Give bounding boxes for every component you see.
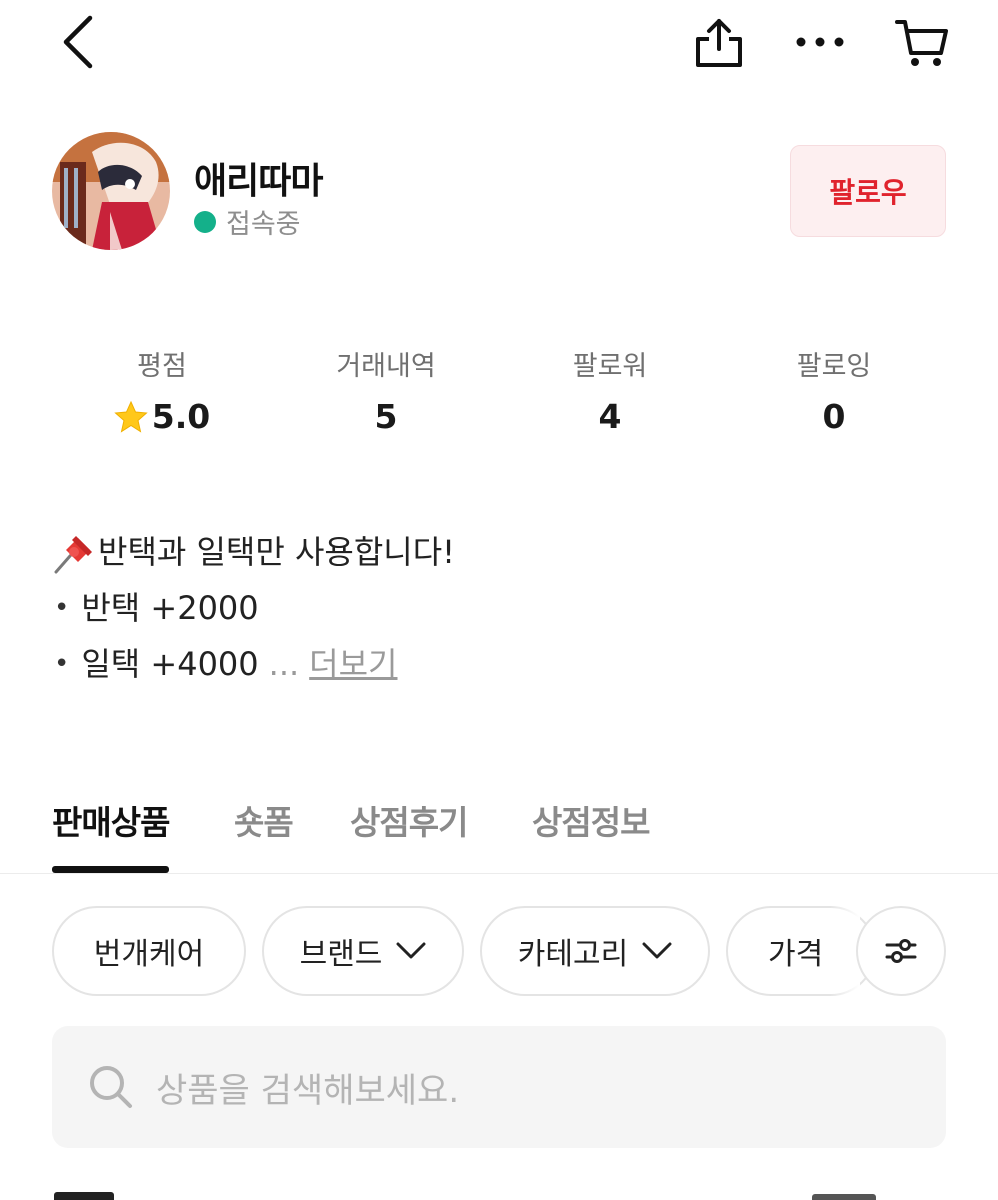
list-header-right [812, 1194, 876, 1200]
bio-text: 일택 +4000 [81, 645, 259, 683]
filter-settings-button[interactable] [856, 906, 946, 996]
list-header-left [54, 1192, 114, 1200]
stat-transactions[interactable]: 거래내역 5 [274, 345, 498, 445]
star-icon [114, 400, 148, 433]
more-button[interactable] [792, 20, 848, 64]
stat-followers[interactable]: 팔로워 4 [498, 345, 722, 445]
chip-label: 브랜드 [299, 937, 383, 972]
tab-shortform[interactable]: 숏폼 [234, 796, 294, 862]
product-search[interactable]: 상품을 검색해보세요. [52, 1026, 946, 1148]
search-icon [90, 1066, 132, 1108]
more-link[interactable]: 더보기 [309, 636, 397, 692]
bullet: • [54, 649, 70, 679]
shop-stats: 평점 5.0 거래내역 5 팔로워 4 팔로잉 0 [50, 345, 946, 445]
back-button[interactable] [50, 12, 106, 72]
avatar[interactable] [52, 132, 170, 250]
status-text: 접속중 [226, 209, 301, 240]
bio-text: 반택과 일택만 사용합니다! [98, 533, 456, 571]
search-input[interactable]: 상품을 검색해보세요. [156, 1063, 459, 1112]
sliders-icon [885, 939, 917, 963]
top-bar [0, 0, 998, 90]
follow-button[interactable]: 팔로우 [790, 145, 946, 237]
more-horizontal-icon [796, 37, 844, 47]
chevron-down-icon [642, 942, 672, 959]
stat-label: 팔로워 [572, 351, 648, 382]
shop-tabs: 판매상품 숏폼 상점후기 상점정보 [0, 786, 998, 874]
online-status: 접속중 [194, 202, 301, 241]
stat-label: 평점 [137, 351, 187, 382]
cart-button[interactable] [892, 14, 952, 72]
bio-ellipsis: ... [268, 645, 300, 683]
stat-value: 0 [822, 397, 846, 436]
cart-icon [895, 20, 948, 66]
bullet: • [54, 593, 70, 623]
chip-bungae-care[interactable]: 번개케어 [52, 906, 246, 996]
chip-label: 번개케어 [93, 937, 205, 972]
chevron-left-icon [63, 15, 93, 69]
stat-label: 팔로잉 [796, 351, 872, 382]
share-button[interactable] [690, 14, 748, 72]
pushpin-icon [54, 536, 92, 574]
stat-value: 5.0 [50, 389, 274, 445]
chip-brand[interactable]: 브랜드 [262, 906, 464, 996]
tab-shop-info[interactable]: 상점정보 [532, 796, 650, 862]
share-icon [696, 19, 742, 67]
chevron-down-icon [396, 942, 426, 959]
shop-profile: 애리따마 접속중 팔로우 [52, 132, 946, 250]
chip-label: 가격 [768, 937, 824, 972]
tab-products[interactable]: 판매상품 [52, 796, 170, 873]
stat-value: 5 [374, 397, 398, 436]
tab-reviews[interactable]: 상점후기 [350, 796, 468, 862]
list-header-peek [52, 1184, 946, 1200]
bio-line: • 일택 +4000 ... 더보기 [52, 636, 932, 692]
bio-line: 반택과 일택만 사용합니다! [52, 524, 932, 580]
chip-label: 카테고리 [517, 937, 629, 972]
bio-text: 반택 +2000 [81, 589, 259, 627]
rating-value: 5.0 [151, 397, 211, 436]
shop-name: 애리따마 [194, 161, 323, 202]
stat-label: 거래내역 [336, 351, 436, 382]
stat-value: 4 [598, 397, 622, 436]
shop-bio: 반택과 일택만 사용합니다! • 반택 +2000 • 일택 +4000 ...… [52, 524, 932, 692]
bio-line: • 반택 +2000 [52, 580, 932, 636]
status-dot-icon [194, 210, 216, 233]
stat-following[interactable]: 팔로잉 0 [722, 345, 946, 445]
chip-category[interactable]: 카테고리 [480, 906, 710, 996]
stat-rating[interactable]: 평점 5.0 [50, 345, 274, 445]
